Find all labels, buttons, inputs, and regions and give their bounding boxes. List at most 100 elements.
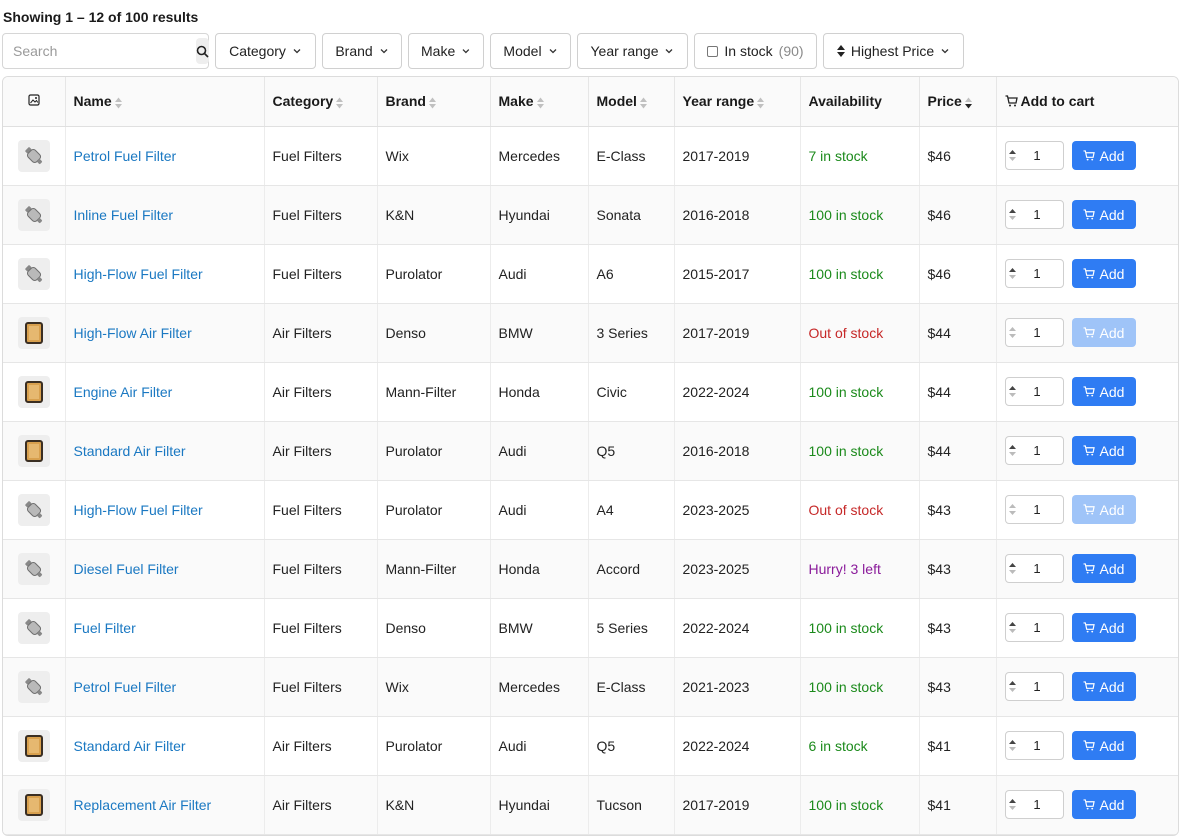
increment-icon[interactable]	[1009, 150, 1016, 154]
year-range-filter[interactable]: Year range	[577, 33, 688, 69]
decrement-icon[interactable]	[1009, 275, 1016, 279]
quantity-stepper[interactable]: 1	[1004, 790, 1064, 819]
category-column-header[interactable]: Category	[264, 77, 378, 127]
sort-arrows-icon	[114, 97, 122, 109]
product-name-link[interactable]: Diesel Fuel Filter	[74, 561, 179, 577]
decrement-icon[interactable]	[1009, 806, 1016, 810]
product-name-link[interactable]: Engine Air Filter	[74, 384, 173, 400]
product-name-link[interactable]: High-Flow Fuel Filter	[74, 502, 203, 518]
model-column-header[interactable]: Model	[588, 77, 675, 127]
quantity-stepper[interactable]: 1	[1004, 318, 1064, 347]
name-column-header[interactable]: Name	[65, 77, 265, 127]
add-to-cart-button[interactable]: Add	[1071, 613, 1136, 642]
quantity-stepper[interactable]: 1	[1004, 200, 1064, 229]
product-name-link[interactable]: Petrol Fuel Filter	[74, 148, 177, 164]
in-stock-filter[interactable]: In stock (90)	[694, 33, 817, 69]
decrement-icon[interactable]	[1009, 629, 1016, 633]
quantity-value[interactable]: 1	[1020, 620, 1063, 635]
decrement-icon[interactable]	[1009, 157, 1016, 161]
quantity-stepper[interactable]: 1	[1004, 672, 1064, 701]
year-range-cell: 2023-2025	[674, 480, 801, 540]
quantity-stepper[interactable]: 1	[1004, 259, 1064, 288]
add-to-cart-button[interactable]: Add	[1071, 259, 1136, 288]
decrement-icon[interactable]	[1009, 452, 1016, 456]
add-to-cart-button[interactable]: Add	[1071, 731, 1136, 760]
product-name-link[interactable]: Standard Air Filter	[74, 738, 186, 754]
add-label: Add	[1099, 442, 1125, 459]
add-to-cart-button[interactable]: Add	[1071, 790, 1136, 819]
quantity-value[interactable]: 1	[1020, 148, 1063, 163]
decrement-icon[interactable]	[1009, 511, 1016, 515]
price-column-header[interactable]: Price	[919, 77, 997, 127]
table-row: High-Flow Air Filter Air Filters Denso BMW 3…	[3, 303, 1178, 363]
add-to-cart-button[interactable]: Add	[1071, 672, 1136, 701]
decrement-icon[interactable]	[1009, 747, 1016, 751]
increment-icon[interactable]	[1009, 268, 1016, 272]
table-row: Engine Air Filter Air Filters Mann-Filter H…	[3, 362, 1178, 422]
model-filter[interactable]: Model	[490, 33, 571, 69]
search-input[interactable]	[11, 42, 196, 60]
make-filter[interactable]: Make	[408, 33, 484, 69]
quantity-value[interactable]: 1	[1020, 561, 1063, 576]
increment-icon[interactable]	[1009, 445, 1016, 449]
increment-icon[interactable]	[1009, 386, 1016, 390]
quantity-stepper[interactable]: 1	[1004, 613, 1064, 642]
quantity-value[interactable]: 1	[1020, 325, 1063, 340]
quantity-stepper[interactable]: 1	[1004, 141, 1064, 170]
brand-filter[interactable]: Brand	[322, 33, 402, 69]
quantity-stepper[interactable]: 1	[1004, 554, 1064, 583]
increment-icon[interactable]	[1009, 504, 1016, 508]
product-name-link[interactable]: Standard Air Filter	[74, 443, 186, 459]
quantity-value[interactable]: 1	[1020, 738, 1063, 753]
availability-status: 6 in stock	[808, 737, 868, 754]
add-to-cart-button[interactable]: Add	[1071, 377, 1136, 406]
add-to-cart-button[interactable]: Add	[1071, 141, 1136, 170]
quantity-value[interactable]: 1	[1020, 266, 1063, 281]
brand-column-header[interactable]: Brand	[377, 77, 491, 127]
quantity-stepper[interactable]: 1	[1004, 495, 1064, 524]
quantity-stepper[interactable]: 1	[1004, 377, 1064, 406]
category-filter[interactable]: Category	[215, 33, 316, 69]
decrement-icon[interactable]	[1009, 334, 1016, 338]
quantity-value[interactable]: 1	[1020, 797, 1063, 812]
product-name-link[interactable]: Inline Fuel Filter	[74, 207, 174, 223]
decrement-icon[interactable]	[1009, 570, 1016, 574]
product-name-link[interactable]: High-Flow Fuel Filter	[74, 266, 203, 282]
increment-icon[interactable]	[1009, 209, 1016, 213]
quantity-value[interactable]: 1	[1020, 207, 1063, 222]
increment-icon[interactable]	[1009, 327, 1016, 331]
increment-icon[interactable]	[1009, 563, 1016, 567]
increment-icon[interactable]	[1009, 740, 1016, 744]
decrement-icon[interactable]	[1009, 688, 1016, 692]
increment-icon[interactable]	[1009, 622, 1016, 626]
availability-cell: 100 in stock	[800, 362, 920, 422]
make-column-header[interactable]: Make	[490, 77, 589, 127]
quantity-stepper[interactable]: 1	[1004, 731, 1064, 760]
in-stock-checkbox[interactable]	[707, 45, 719, 57]
availability-cell: 6 in stock	[800, 716, 920, 776]
sort-dropdown[interactable]: Highest Price	[823, 33, 964, 69]
quantity-value[interactable]: 1	[1020, 679, 1063, 694]
quantity-value[interactable]: 1	[1020, 502, 1063, 517]
product-name-link[interactable]: Petrol Fuel Filter	[74, 679, 177, 695]
decrement-icon[interactable]	[1009, 216, 1016, 220]
product-name-link[interactable]: Fuel Filter	[74, 620, 136, 636]
quantity-stepper[interactable]: 1	[1004, 436, 1064, 465]
increment-icon[interactable]	[1009, 799, 1016, 803]
decrement-icon[interactable]	[1009, 393, 1016, 397]
quantity-value[interactable]: 1	[1020, 384, 1063, 399]
search-button[interactable]	[196, 38, 209, 64]
add-to-cart-button[interactable]: Add	[1071, 200, 1136, 229]
add-to-cart-button[interactable]: Add	[1071, 554, 1136, 583]
product-name-link[interactable]: Replacement Air Filter	[74, 797, 212, 813]
cart-icon	[1083, 504, 1095, 515]
table-row: Standard Air Filter Air Filters Purolator A…	[3, 421, 1178, 481]
year-range-column-header[interactable]: Year range	[674, 77, 801, 127]
sort-arrows-icon	[536, 97, 544, 109]
category-cell: Air Filters	[264, 716, 378, 776]
product-name-link[interactable]: High-Flow Air Filter	[74, 325, 192, 341]
brand-cell: Purolator	[377, 244, 491, 304]
quantity-value[interactable]: 1	[1020, 443, 1063, 458]
increment-icon[interactable]	[1009, 681, 1016, 685]
add-to-cart-button[interactable]: Add	[1071, 436, 1136, 465]
